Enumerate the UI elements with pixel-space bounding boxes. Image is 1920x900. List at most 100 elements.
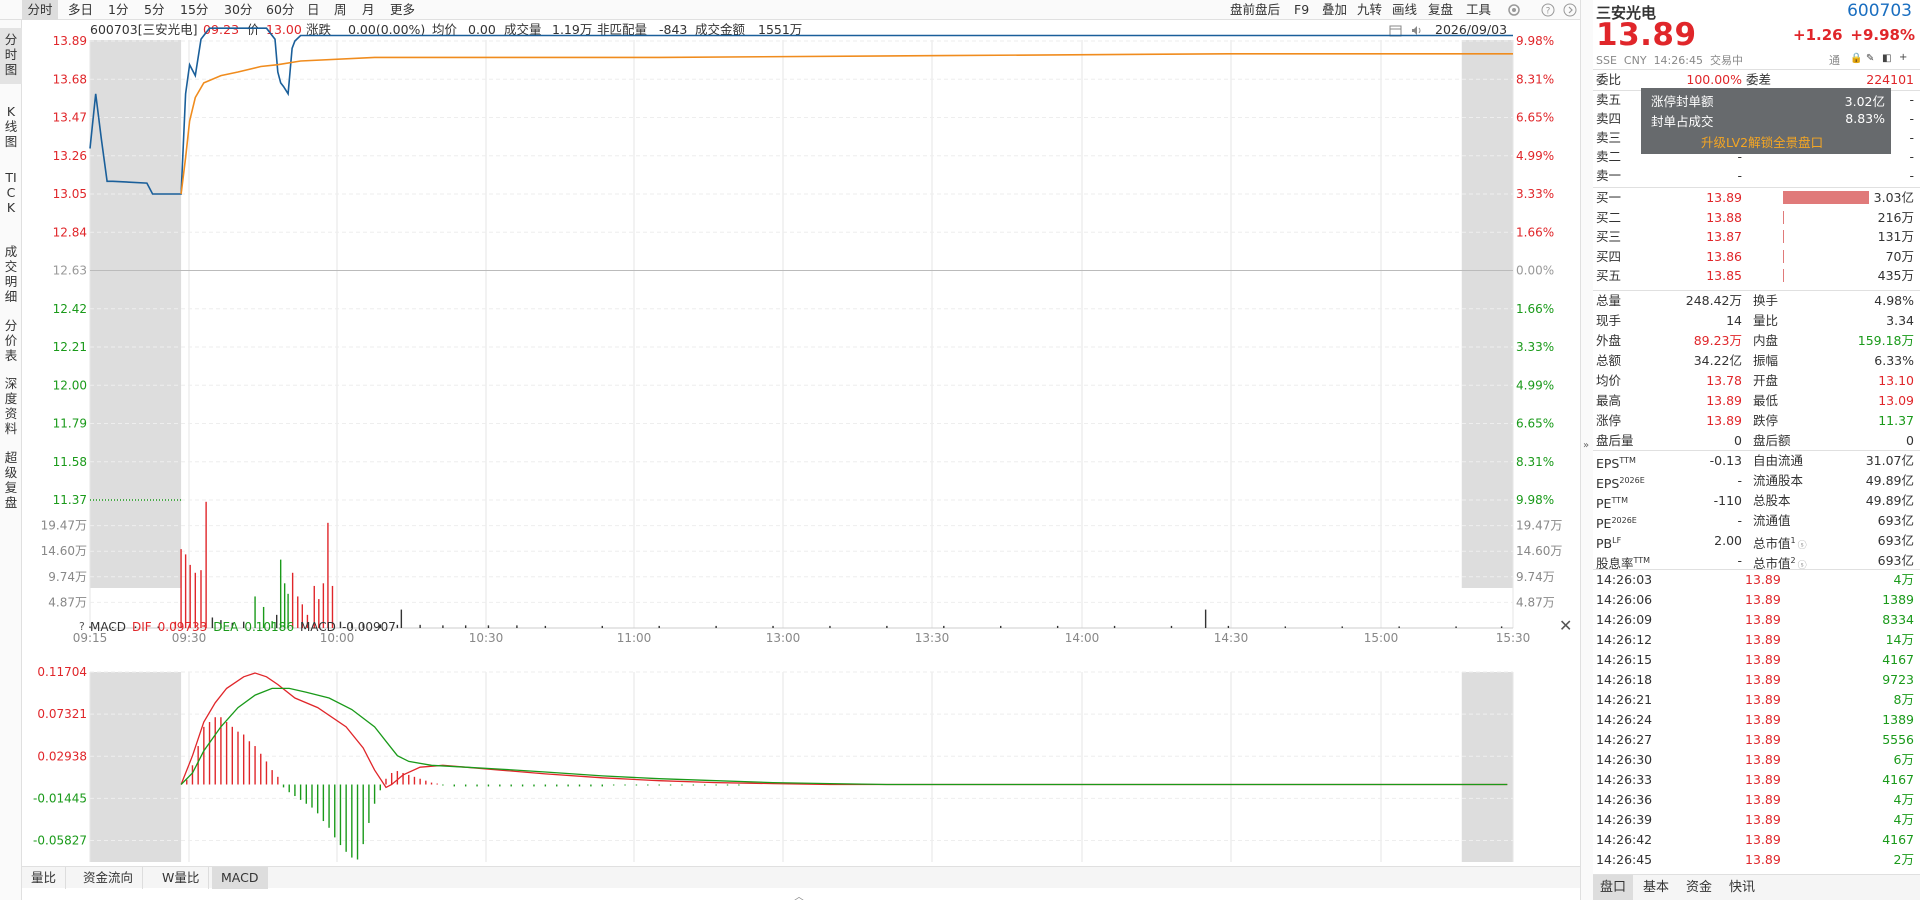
tick-row: 14:26:36 13.89 4万 <box>1593 790 1920 810</box>
tab-month[interactable]: 月 <box>362 0 375 20</box>
tab-deep-profile[interactable]: 深度资料 <box>0 376 22 444</box>
tab-label: 成交明细 <box>4 244 18 304</box>
calendar-icon[interactable] <box>1389 23 1402 43</box>
tick-volume: 8万 <box>1893 692 1914 707</box>
tab-news[interactable]: 快讯 <box>1722 875 1762 900</box>
fund-label-text: PB <box>1596 536 1613 552</box>
tick-volume: 4万 <box>1893 812 1914 827</box>
tick-time: 14:26:03 <box>1596 572 1653 587</box>
stats-row: 均价 13.78 开盘 13.10 <box>1593 371 1920 391</box>
stat-value: 14 <box>1726 313 1742 328</box>
tab-fenshi[interactable]: 分时 <box>22 0 58 20</box>
lock-icon[interactable]: 🔒 <box>1850 53 1862 64</box>
bid-level-volume: 435万 <box>1877 268 1914 283</box>
fund-label-text: 流通股本 <box>1753 473 1804 488</box>
tab-week[interactable]: 周 <box>334 0 347 20</box>
ask-level-volume: - <box>1909 149 1914 164</box>
tick-volume: 1389 <box>1882 592 1914 607</box>
ask-level-volume: - <box>1909 168 1914 183</box>
pre-post-button[interactable]: 盘前盘后 <box>1230 0 1280 20</box>
tab-funds[interactable]: 资金 <box>1679 875 1719 900</box>
tab-super-review[interactable]: 超级复盘 <box>0 450 22 518</box>
tab-capital-flow[interactable]: 资金流向 <box>74 867 144 889</box>
stats-row: 涨停 13.89 跌停 11.37 <box>1593 411 1920 431</box>
fund-label-sup: 2026E <box>1611 516 1637 525</box>
weibi-value: 100.00% <box>1686 72 1742 87</box>
jiuzhuan-button[interactable]: 九转 <box>1357 0 1382 20</box>
panel-pct: +9.98% <box>1850 26 1915 44</box>
tab-macd[interactable]: MACD <box>212 867 269 889</box>
stat-value: 13.78 <box>1706 373 1742 388</box>
tools-button[interactable]: 工具 <box>1466 0 1491 20</box>
draw-line-button[interactable]: 画线 <box>1392 0 1417 20</box>
tab-basic[interactable]: 基本 <box>1636 875 1676 900</box>
edit-icon[interactable]: ✎ <box>1866 53 1874 64</box>
overlay-button[interactable]: 叠加 <box>1322 0 1347 20</box>
volume-tick-label: 9.74万 <box>48 570 87 584</box>
dea-value: 0.10186 <box>244 620 294 634</box>
tab-timeshare-chart[interactable]: 分时图 <box>0 28 22 84</box>
tab-liangbi[interactable]: 量比 <box>22 867 67 889</box>
price-tick-label: 12.42 <box>53 302 87 316</box>
time-tick-label: 11:00 <box>617 631 652 645</box>
bid-level-row: 买一 13.89 3.03亿 <box>1593 188 1920 207</box>
period-toolbar: 分时 多日 1分 5分 15分 30分 60分 日 周 月 更多 盘前盘后 F9… <box>0 0 1580 20</box>
collapse-icon[interactable]: ︿ <box>794 888 804 900</box>
sound-icon[interactable] <box>1410 23 1423 43</box>
bid-level-price: 13.86 <box>1706 248 1742 264</box>
pct-tick-label: 1.66% <box>1516 225 1554 239</box>
stat-label: 总额 <box>1596 353 1622 368</box>
tab-1min[interactable]: 1分 <box>108 0 128 20</box>
macd-series <box>180 672 1508 860</box>
tick-time: 14:26:33 <box>1596 772 1653 787</box>
tab-price-table[interactable]: 分价表 <box>0 318 22 370</box>
tab-pankou[interactable]: 盘口 <box>1593 875 1634 900</box>
tab-w-liangbi[interactable]: W量比 <box>153 867 210 889</box>
stat-label: 涨停 <box>1596 413 1622 428</box>
fund-label: 流通值 <box>1753 511 1791 531</box>
chart-canvas: 13.8913.6813.4713.2613.0512.8412.6312.42… <box>33 27 1562 862</box>
tab-duori[interactable]: 多日 <box>68 0 93 20</box>
settings-icon[interactable] <box>1506 0 1522 20</box>
upgrade-lv2-link[interactable]: 升级LV2解锁全景盘口 <box>1701 132 1823 151</box>
tick-row: 14:26:45 13.89 2万 <box>1593 850 1920 870</box>
tick-row: 14:26:39 13.89 4万 <box>1593 810 1920 830</box>
tick-price: 13.89 <box>1745 672 1781 687</box>
f9-button[interactable]: F9 <box>1294 0 1309 20</box>
tick-time: 14:26:27 <box>1596 732 1653 747</box>
ask-level-volume: - <box>1909 130 1914 145</box>
time-tick-label: 15:00 <box>1364 631 1399 645</box>
volume-tick-label: 19.47万 <box>1516 519 1562 533</box>
tab-trade-detail[interactable]: 成交明细 <box>0 244 22 312</box>
fund-label: 流通股本 <box>1753 471 1803 491</box>
help-icon[interactable]: ? <box>1540 0 1556 20</box>
tab-tick[interactable]: TICK <box>0 170 22 238</box>
tab-60min[interactable]: 60分 <box>266 0 294 20</box>
nav-right-icon[interactable] <box>1562 0 1578 20</box>
bid-level-volume: 216万 <box>1877 209 1914 225</box>
panel-toggle[interactable]: » <box>1580 0 1593 900</box>
tick-time: 14:26:30 <box>1596 752 1653 767</box>
price-tick-label: 11.79 <box>53 417 87 431</box>
pct-tick-label: 6.65% <box>1516 417 1554 431</box>
tab-more[interactable]: 更多 <box>390 0 415 20</box>
info-icon[interactable]: ⓢ <box>1798 541 1807 551</box>
close-macd-icon[interactable]: ✕ <box>1559 616 1572 635</box>
tab-30min[interactable]: 30分 <box>224 0 252 20</box>
add-icon[interactable]: + <box>1899 52 1907 63</box>
macd-help-icon[interactable]: ? <box>79 620 85 633</box>
fund-label-text: PE <box>1596 496 1612 512</box>
tab-kline-chart[interactable]: K线图 <box>0 104 22 164</box>
bid-level-row: 买二 13.88 216万 <box>1593 208 1920 227</box>
review-button[interactable]: 复盘 <box>1428 0 1453 20</box>
bid-level-label: 买五 <box>1596 268 1622 283</box>
fund-value: 49.89亿 <box>1865 493 1914 508</box>
inactive-session-shade <box>90 40 182 588</box>
tick-price: 13.89 <box>1745 712 1781 727</box>
tab-15min[interactable]: 15分 <box>180 0 208 20</box>
tab-5min[interactable]: 5分 <box>144 0 164 20</box>
window-icon[interactable]: ◧ <box>1882 53 1891 64</box>
tab-label: TICK <box>5 170 17 215</box>
amount-label: 成交金额 <box>695 22 746 37</box>
tab-day[interactable]: 日 <box>307 0 320 20</box>
